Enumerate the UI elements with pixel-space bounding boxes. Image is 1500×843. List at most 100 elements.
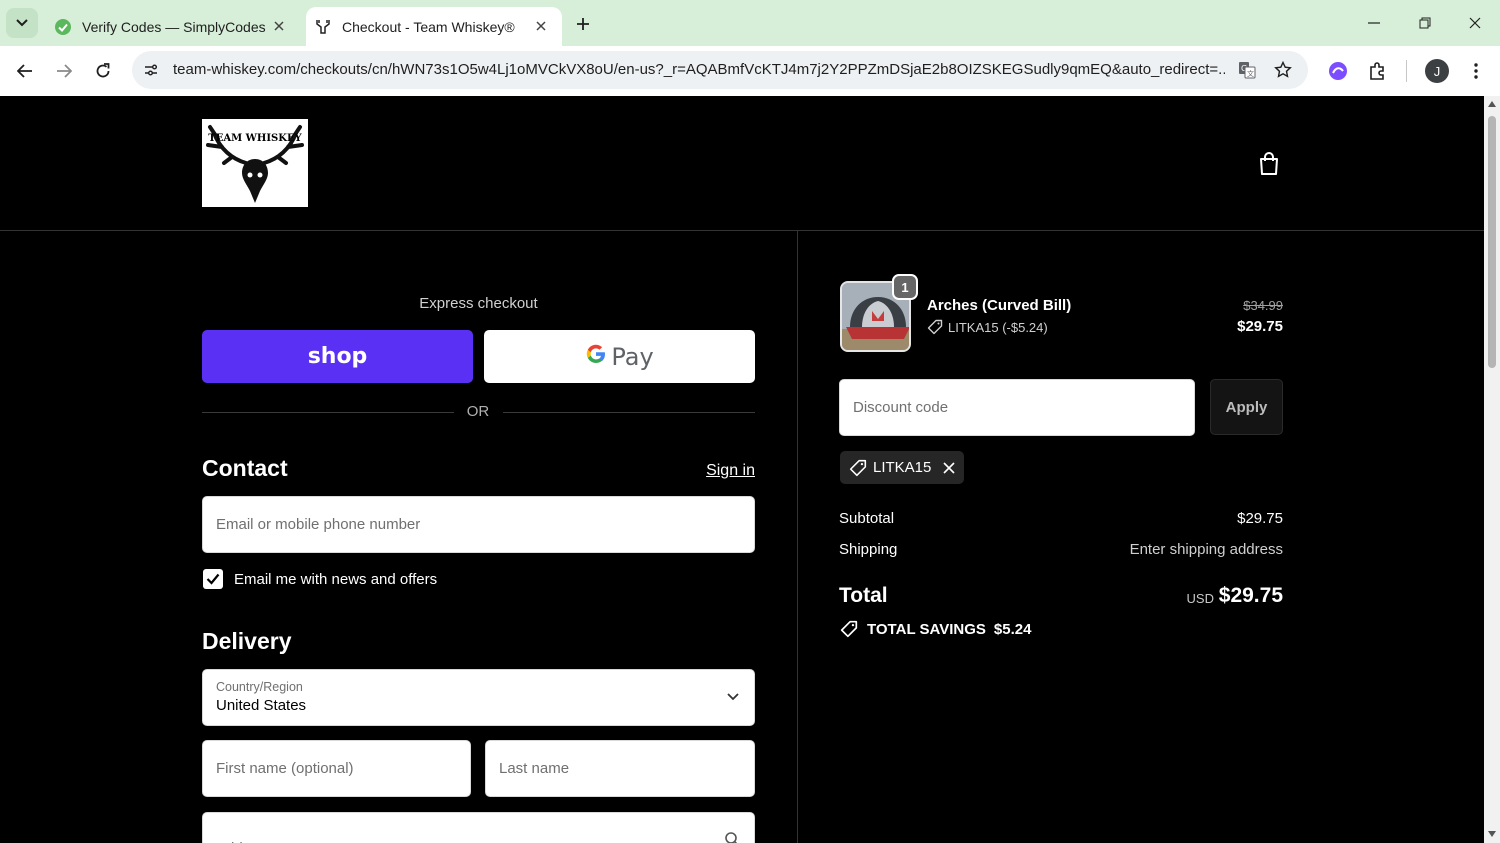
product-discount: LITKA15 (-$5.24) (927, 319, 1048, 335)
address-field[interactable] (202, 812, 755, 843)
tab-checkout[interactable]: Checkout - Team Whiskey® (306, 7, 562, 46)
product-price: $29.75 (1237, 318, 1283, 335)
apply-discount-button[interactable]: Apply (1210, 379, 1283, 435)
site-info-icon[interactable] (140, 59, 162, 81)
close-tab-icon[interactable] (270, 17, 288, 35)
plus-icon (577, 18, 589, 30)
forward-button[interactable] (49, 56, 79, 86)
shop-pay-label: shop (307, 344, 368, 369)
savings-label: TOTAL SAVINGS (867, 620, 986, 638)
url-text[interactable]: team-whiskey.com/checkouts/cn/hWN73s1O5w… (173, 61, 1225, 78)
chevron-down-icon (16, 19, 28, 27)
total-label: Total (839, 584, 888, 607)
reload-icon (96, 63, 110, 78)
new-tab-button[interactable] (570, 12, 596, 36)
total-currency: USD (1186, 591, 1214, 606)
sign-in-link[interactable]: Sign in (680, 462, 755, 480)
last-name-input[interactable] (486, 741, 754, 796)
page-scrollbar[interactable] (1484, 96, 1500, 843)
applied-discount-chip: LITKA15 (840, 451, 964, 484)
email-field[interactable] (202, 496, 755, 553)
extension-logo-icon[interactable] (1325, 58, 1351, 84)
last-name-field[interactable] (485, 740, 755, 797)
discount-code-input[interactable] (840, 380, 1194, 435)
extensions-puzzle-icon[interactable] (1365, 58, 1391, 84)
checkout-page: TEAM WHISKEY Express checkout shop Pay O… (0, 96, 1484, 843)
arrow-left-icon (17, 64, 32, 78)
contact-heading: Contact (202, 455, 288, 481)
tab-simplycodes[interactable]: Verify Codes — SimplyCodes (46, 7, 300, 46)
delivery-heading: Delivery (202, 628, 292, 654)
shipping-value: Enter shipping address (1129, 541, 1283, 558)
back-button[interactable] (10, 56, 40, 86)
total-savings: TOTAL SAVINGS $5.24 (839, 620, 1031, 638)
subtotal-label: Subtotal (839, 510, 895, 527)
close-window-button[interactable] (1452, 8, 1498, 38)
product-name: Arches (Curved Bill) (927, 297, 1072, 314)
checkmark-icon (206, 573, 220, 585)
svg-text:文: 文 (1247, 69, 1254, 78)
total-value: $29.75 (1218, 584, 1283, 607)
or-line-right (503, 412, 755, 413)
subtotal-value: $29.75 (1237, 510, 1283, 527)
translate-icon[interactable]: G文 (1236, 59, 1258, 81)
browser-chrome: Verify Codes — SimplyCodes Checkout - Te… (0, 0, 1500, 96)
quantity-badge: 1 (892, 274, 918, 300)
first-name-field[interactable] (202, 740, 471, 797)
applied-discount-code: LITKA15 (873, 459, 932, 476)
or-divider: OR (202, 402, 755, 422)
email-input[interactable] (203, 497, 754, 552)
savings-value: $5.24 (993, 620, 1032, 638)
tab-title: Verify Codes — SimplyCodes (82, 18, 266, 35)
address-input[interactable] (203, 821, 754, 843)
express-checkout-label: Express checkout (419, 295, 538, 312)
more-menu-icon[interactable] (1463, 58, 1489, 84)
logo-text: TEAM WHISKEY (208, 133, 302, 144)
tab-search-button[interactable] (6, 8, 38, 38)
simplycodes-icon (54, 18, 72, 36)
minimize-button[interactable] (1351, 8, 1397, 38)
first-name-input[interactable] (203, 741, 470, 796)
google-g-icon (585, 342, 607, 371)
tag-icon (927, 319, 943, 335)
or-line-left (202, 412, 454, 413)
reload-button[interactable] (88, 56, 118, 86)
profile-avatar[interactable]: J (1425, 59, 1449, 83)
country-value: United States (216, 697, 307, 714)
scroll-down-arrow[interactable] (1488, 831, 1496, 837)
store-logo[interactable]: TEAM WHISKEY (202, 119, 308, 207)
shipping-label: Shipping (839, 541, 898, 558)
tab-title: Checkout - Team Whiskey® (342, 18, 515, 35)
scrollbar-thumb[interactable] (1488, 116, 1496, 368)
close-icon (1469, 17, 1481, 29)
search-icon (724, 831, 740, 843)
scroll-up-arrow[interactable] (1488, 101, 1496, 107)
cart-bag-button[interactable] (1256, 150, 1282, 178)
remove-discount-icon[interactable] (941, 460, 957, 476)
discount-code-field[interactable] (839, 379, 1195, 436)
browser-toolbar: team-whiskey.com/checkouts/cn/hWN73s1O5w… (0, 46, 1500, 96)
tag-icon (840, 620, 858, 638)
country-select[interactable]: Country/Region United States (202, 669, 755, 726)
bookmark-star-icon[interactable] (1272, 59, 1294, 81)
toolbar-separator (1406, 60, 1407, 82)
tag-icon (849, 459, 867, 476)
newsletter-label[interactable]: Email me with news and offers (234, 571, 437, 588)
minimize-icon (1368, 22, 1380, 24)
country-label: Country/Region (216, 680, 303, 694)
newsletter-checkbox[interactable] (203, 569, 223, 589)
antlers-icon (314, 18, 332, 36)
arrow-right-icon (57, 64, 72, 78)
address-bar[interactable]: team-whiskey.com/checkouts/cn/hWN73s1O5w… (132, 51, 1308, 89)
store-header: TEAM WHISKEY (0, 96, 1484, 231)
column-divider (797, 231, 798, 843)
shop-pay-button[interactable]: shop (202, 330, 473, 383)
or-label: OR (466, 403, 490, 420)
restore-button[interactable] (1402, 8, 1448, 38)
close-tab-icon[interactable] (532, 17, 550, 35)
product-discount-text: LITKA15 (-$5.24) (948, 319, 1048, 335)
google-pay-button[interactable]: Pay (484, 330, 755, 383)
product-original-price: $34.99 (1243, 298, 1283, 313)
google-pay-label: Pay (611, 342, 654, 371)
tab-strip: Verify Codes — SimplyCodes Checkout - Te… (0, 0, 1500, 46)
